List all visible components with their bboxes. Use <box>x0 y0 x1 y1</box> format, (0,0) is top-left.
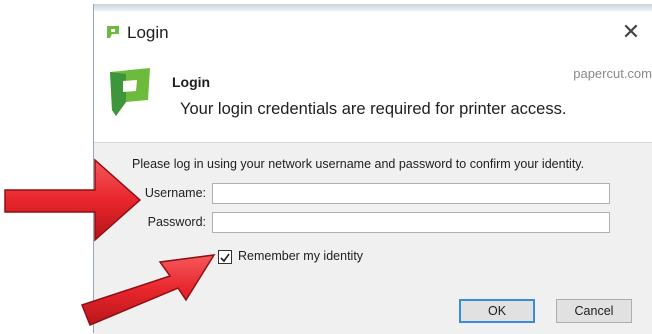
header-subtitle: Your login credentials are required for … <box>180 100 567 118</box>
username-input[interactable] <box>212 183 610 204</box>
password-label: Password: <box>147 215 206 229</box>
papercut-logo-icon <box>107 26 119 38</box>
close-icon: ✕ <box>621 19 641 44</box>
ok-button[interactable]: OK <box>459 299 535 323</box>
window-title: Login <box>127 23 169 42</box>
instructions-text: Please log in using your network usernam… <box>132 157 585 171</box>
checkmark-icon <box>220 253 230 263</box>
username-label: Username: <box>144 186 206 200</box>
form-panel: Please log in using your network usernam… <box>94 142 652 334</box>
background-window-strip <box>94 4 652 11</box>
password-input[interactable] <box>212 212 610 233</box>
header-title: Login <box>172 74 211 90</box>
remember-identity-checkbox[interactable] <box>218 250 232 264</box>
remember-identity-label: Remember my identity <box>238 249 364 263</box>
close-button[interactable]: ✕ <box>617 19 645 45</box>
brand-link: papercut.com <box>573 66 652 81</box>
cancel-button[interactable]: Cancel <box>556 299 632 323</box>
title-bar: Login ✕ <box>94 11 652 49</box>
login-dialog: Login ✕ papercut.com Login Your login cr… <box>93 4 652 334</box>
papercut-logo-icon <box>110 68 150 116</box>
